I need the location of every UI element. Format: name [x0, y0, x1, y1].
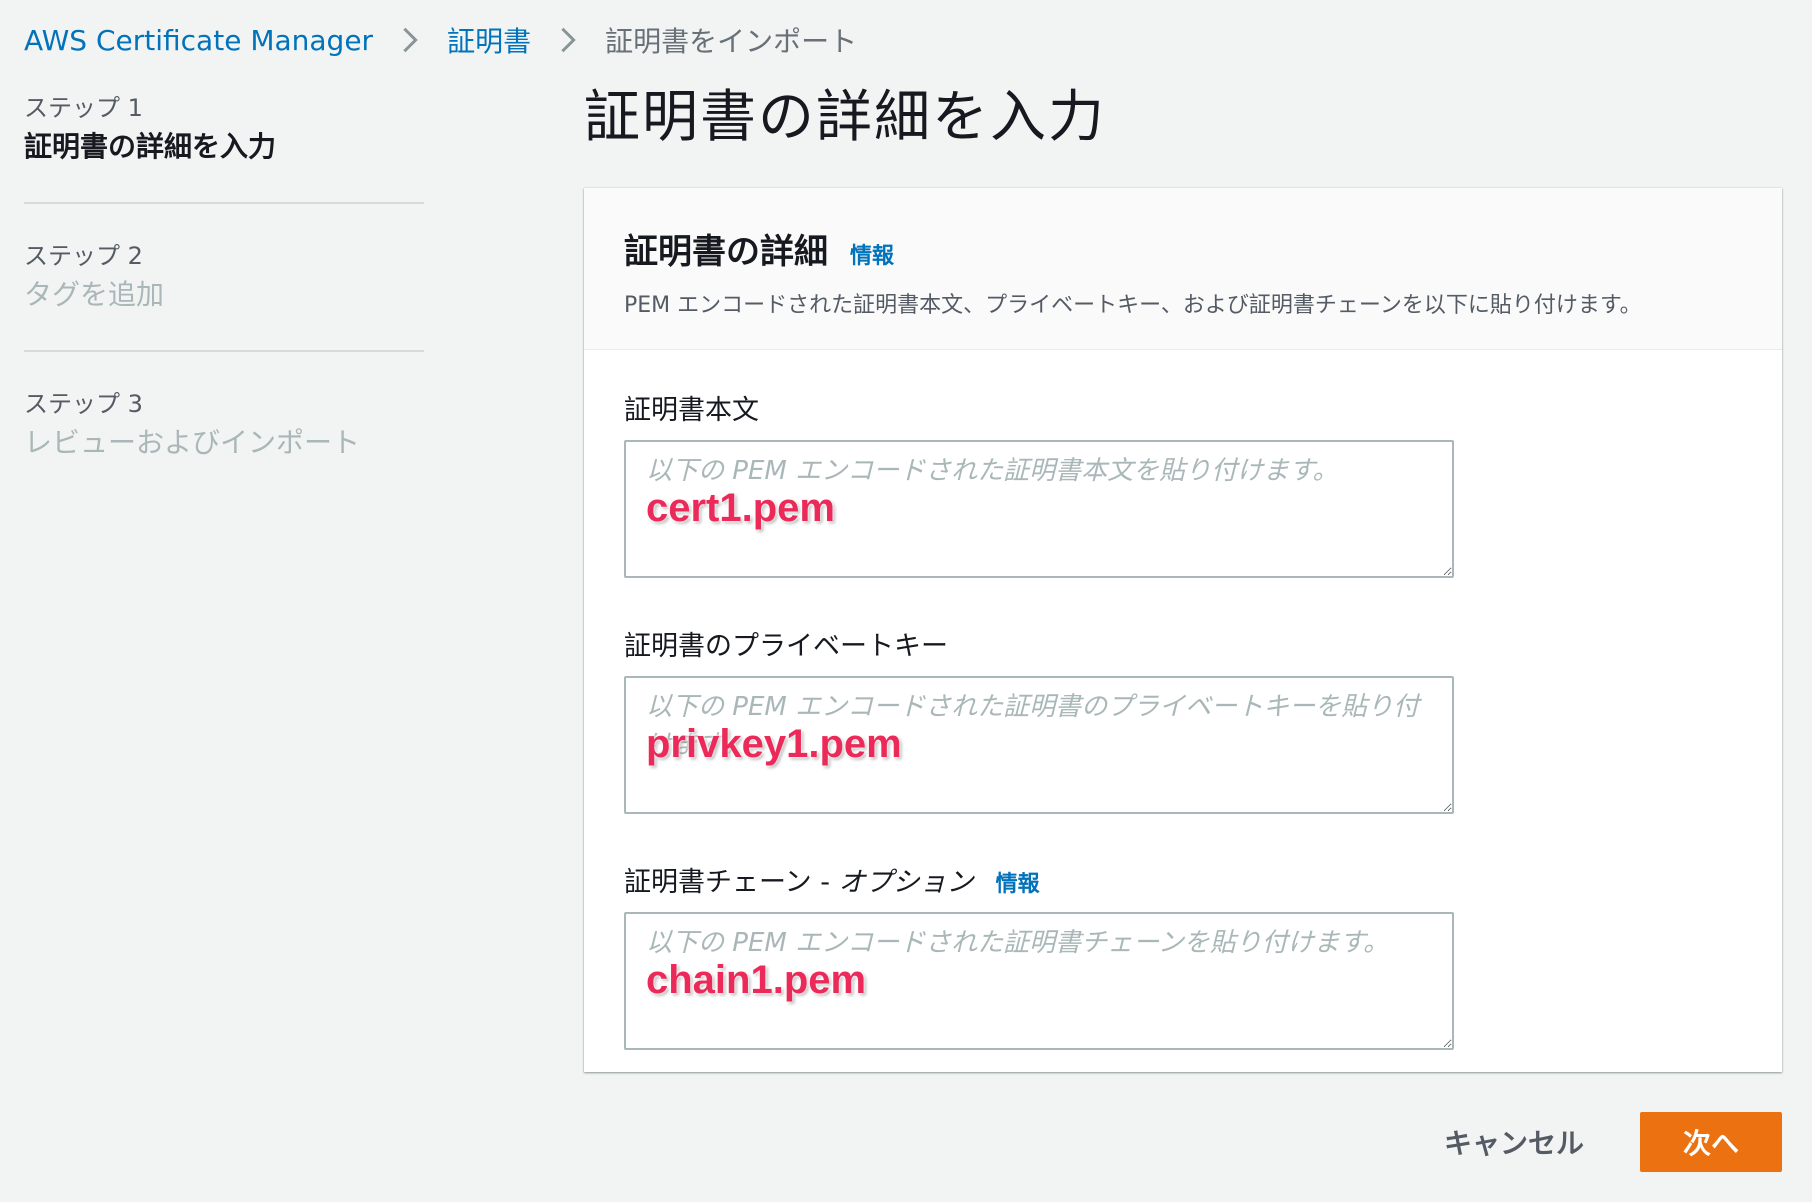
textarea-wrapper: cert1.pem	[624, 440, 1454, 578]
info-link[interactable]: 情報	[850, 238, 894, 270]
step-title: タグを追加	[24, 278, 165, 311]
field-label-row: 証明書のプライベートキー	[624, 624, 1742, 664]
step-title: 証明書の詳細を入力	[24, 130, 277, 163]
step-number: ステップ 2	[24, 242, 143, 270]
breadcrumb-current: 証明書をインポート	[605, 25, 858, 58]
container-description: PEM エンコードされた証明書本文、プライベートキー、および証明書チェーンを以下…	[624, 293, 1642, 318]
field-label-row: 証明書チェーン - オプション 情報	[624, 860, 1742, 900]
cancel-button[interactable]: キャンセル	[1412, 1112, 1616, 1172]
container-title-row: 証明書の詳細 情報	[624, 224, 1742, 273]
textarea-wrapper: chain1.pem	[624, 912, 1454, 1050]
certificate-chain-textarea[interactable]	[624, 912, 1454, 1050]
textarea-wrapper: privkey1.pem	[624, 676, 1454, 814]
certificate-body-label: 証明書本文	[624, 395, 759, 426]
container-header: 証明書の詳細 情報 PEM エンコードされた証明書本文、プライベートキー、および…	[584, 188, 1782, 350]
info-link[interactable]: 情報	[996, 866, 1040, 898]
container-body: 証明書本文 cert1.pem 証明書のプライベートキー privkey1.pe…	[584, 350, 1782, 1050]
certificate-chain-field: 証明書チェーン - オプション 情報 chain1.pem	[624, 860, 1742, 1050]
page-title: 証明書の詳細を入力	[584, 85, 1106, 150]
step-title: レビューおよびインポート	[24, 426, 361, 459]
container-title: 証明書の詳細	[624, 232, 828, 272]
certificate-chain-label: 証明書チェーン - オプション	[624, 860, 974, 899]
breadcrumb: AWS Certificate Manager 証明書 証明書をインポート	[24, 18, 857, 62]
breadcrumb-acm-link[interactable]: AWS Certificate Manager	[24, 24, 373, 57]
certificate-body-textarea[interactable]	[624, 440, 1454, 578]
breadcrumb-certificates-link[interactable]: 証明書	[447, 20, 531, 60]
wizard-steps-nav: ステップ 1 証明書の詳細を入力 ステップ 2 タグを追加 ステップ 3 レビュ…	[24, 90, 424, 532]
step-number: ステップ 1	[24, 94, 143, 122]
private-key-field: 証明書のプライベートキー privkey1.pem	[624, 624, 1742, 814]
chevron-right-icon	[561, 27, 576, 53]
certificate-details-container: 証明書の詳細 情報 PEM エンコードされた証明書本文、プライベートキー、および…	[584, 188, 1782, 1072]
chevron-right-icon	[403, 27, 418, 53]
form-actions: キャンセル 次へ	[1412, 1112, 1782, 1172]
optional-label: オプション	[838, 867, 974, 898]
private-key-textarea[interactable]	[624, 676, 1454, 814]
wizard-step-3: ステップ 3 レビューおよびインポート	[24, 386, 424, 498]
step-number: ステップ 3	[24, 390, 143, 418]
wizard-step-1: ステップ 1 証明書の詳細を入力	[24, 90, 424, 204]
certificate-body-field: 証明書本文 cert1.pem	[624, 388, 1742, 578]
next-button[interactable]: 次へ	[1640, 1112, 1782, 1172]
wizard-step-2: ステップ 2 タグを追加	[24, 238, 424, 352]
chain-label-text: 証明書チェーン -	[624, 867, 839, 898]
field-label-row: 証明書本文	[624, 388, 1742, 428]
private-key-label: 証明書のプライベートキー	[624, 631, 948, 662]
